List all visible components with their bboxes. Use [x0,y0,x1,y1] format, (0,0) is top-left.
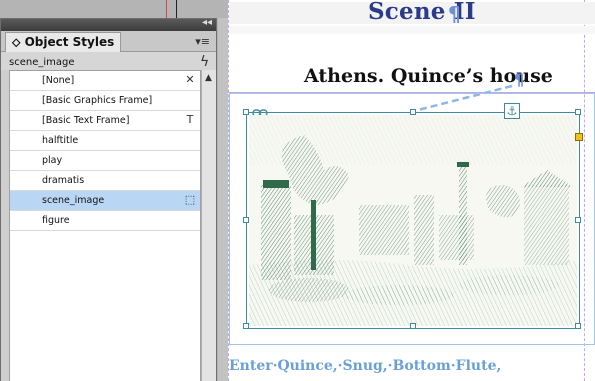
engraving-image [249,115,577,326]
resize-handle[interactable] [575,109,581,115]
tab-object-styles[interactable]: ⬦ Object Styles [5,32,122,52]
scroll-up-arrow-icon[interactable]: ▲ [205,73,212,83]
current-style-label: scene_image [9,57,75,68]
stage-direction-text[interactable]: Enter·Quince,·Snug,·Bottom·Flute, [229,358,501,374]
panel-title-strip[interactable]: ◂◂ [1,17,216,31]
page-edge-line [176,0,177,20]
indesign-workspace: Scene II ¶ Athens. Quince’s house ¶ ⚓ En… [0,0,595,381]
paragraph-mark: ¶ [514,70,525,89]
resize-handle[interactable] [243,323,249,329]
spacer-band [229,26,595,34]
style-list[interactable]: [None] ✕ [Basic Graphics Frame] [Basic Text… [9,70,201,381]
scrollbar[interactable]: ▲ [201,70,216,381]
style-item-label: figure [42,215,70,226]
tab-chevron-icon: ⬦ [12,35,21,49]
resize-handle[interactable] [243,217,249,223]
image-frame[interactable] [243,109,581,329]
resize-handle[interactable] [410,323,416,329]
clear-overrides-icon: ✕ [185,73,195,86]
style-item-label: play [42,155,63,166]
collapse-panel-icon[interactable]: ◂◂ [202,17,212,28]
style-item-label: halftitle [42,135,79,146]
style-item[interactable]: figure [10,211,200,231]
style-item-label: [Basic Text Frame] [42,115,130,126]
style-item-label: [Basic Graphics Frame] [42,95,153,106]
style-item-label: scene_image [42,195,105,206]
style-item-label: [None] [42,75,75,86]
lightning-icon[interactable]: ϟ [200,54,209,70]
document-page[interactable]: Scene II ¶ Athens. Quince’s house ¶ ⚓ En… [228,0,595,381]
anchor-icon[interactable]: ⚓ [504,103,520,119]
resize-handle[interactable] [575,217,581,223]
resize-handle[interactable] [575,323,581,329]
panel-gutter [1,70,9,381]
style-item[interactable]: scene_image ⬚ [10,191,200,211]
graphic-frame-icon: ⬚ [184,193,196,206]
style-item[interactable]: [Basic Text Frame] T [10,111,200,131]
style-item[interactable]: halftitle [10,131,200,151]
text-frame-icon: T [186,113,194,126]
tab-label: Object Styles [24,35,115,49]
object-styles-panel[interactable]: ◂◂ ⬦ Object Styles ▾≡ scene_image ϟ [Non… [0,17,217,381]
live-corner-handle[interactable] [575,133,583,141]
style-item[interactable]: [None] ✕ [10,71,200,91]
style-item[interactable]: [Basic Graphics Frame] [10,91,200,111]
style-item-label: dramatis [42,175,85,186]
style-item[interactable]: play [10,151,200,171]
style-item[interactable]: dramatis [10,171,200,191]
resize-handle[interactable] [243,109,249,115]
paragraph-mark: ¶ [448,2,461,26]
panel-menu-icon[interactable]: ▾≡ [195,35,210,48]
panel-dock-edge [218,18,228,381]
bleed-guide [166,0,167,20]
resize-handle[interactable] [410,109,416,115]
